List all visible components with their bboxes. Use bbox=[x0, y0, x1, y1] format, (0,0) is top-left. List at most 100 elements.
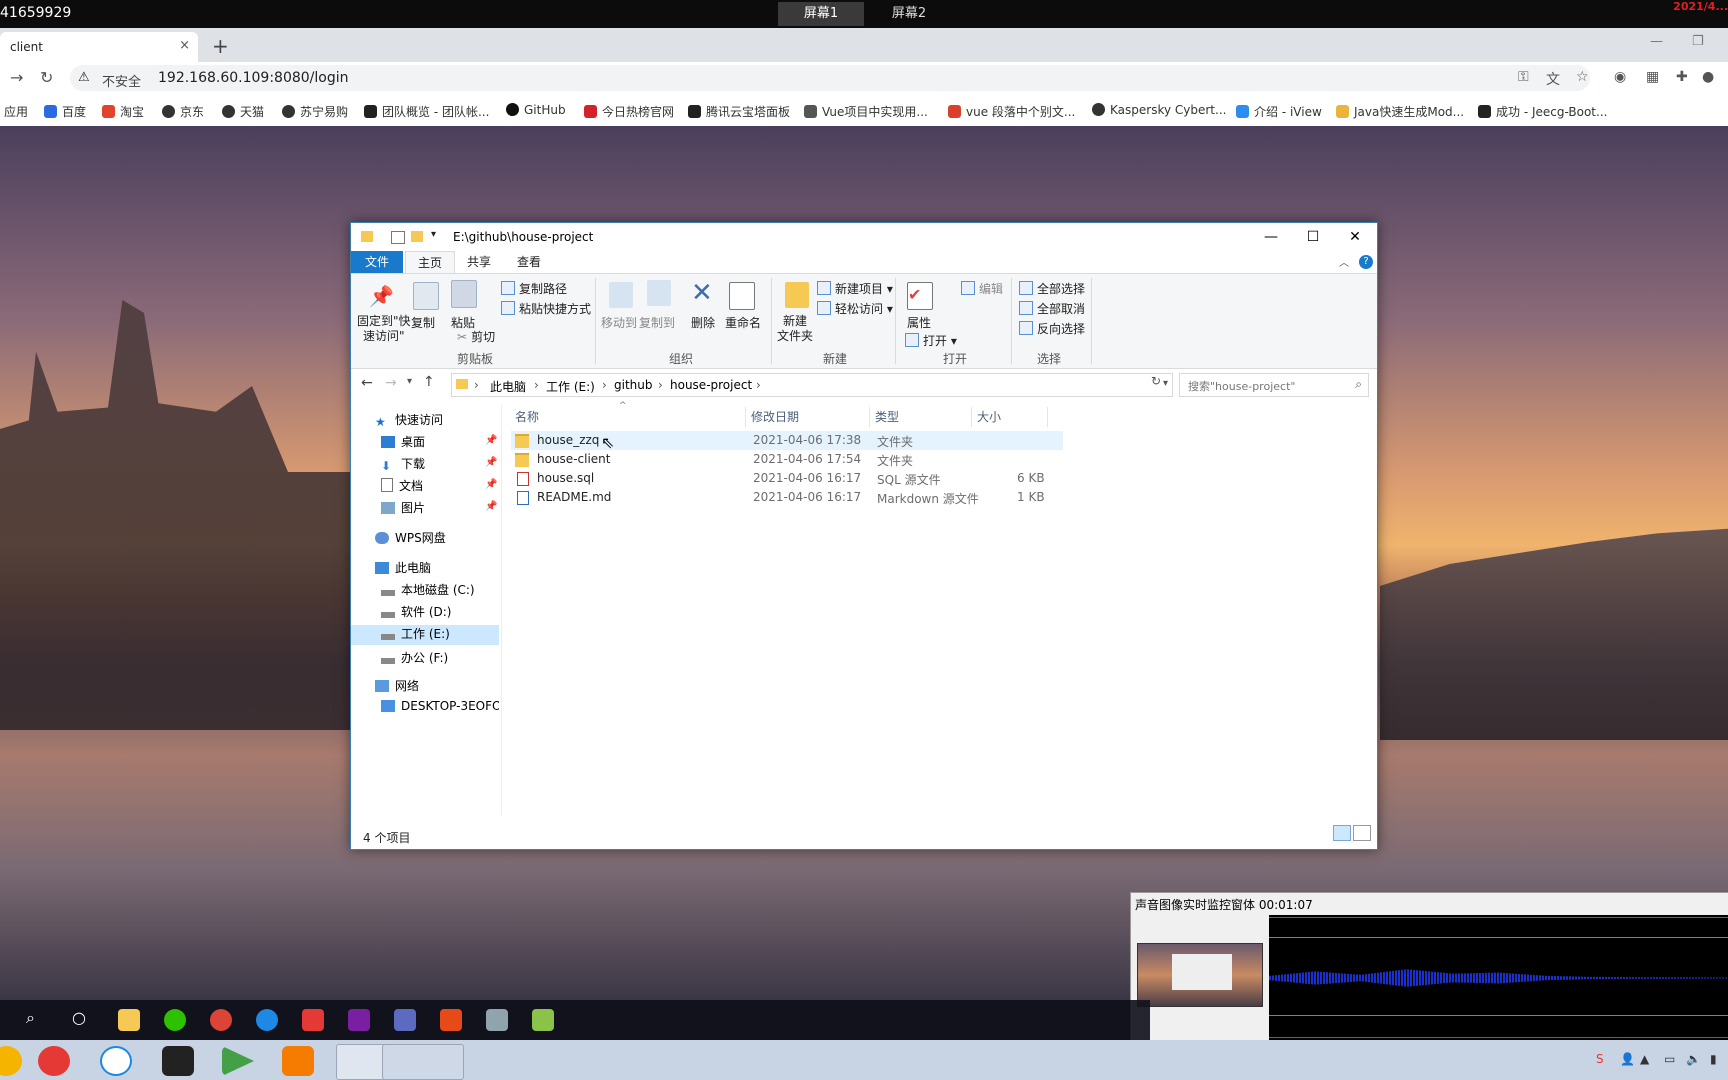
properties-button[interactable]: 属性 bbox=[907, 314, 931, 331]
breadcrumb-this-pc[interactable]: 此电脑 bbox=[490, 378, 526, 395]
bookmark-item[interactable]: 今日热榜官网 bbox=[584, 103, 674, 120]
new-folder-quick-icon[interactable] bbox=[411, 231, 423, 242]
profile-icon[interactable]: ● bbox=[1702, 69, 1714, 85]
breadcrumb-github[interactable]: github bbox=[614, 378, 652, 392]
sublime-icon[interactable] bbox=[440, 1009, 462, 1031]
star-icon[interactable]: ☆ bbox=[1576, 69, 1589, 85]
nav-pictures[interactable]: 图片 bbox=[381, 499, 425, 516]
close-icon[interactable]: ✕ bbox=[1335, 225, 1375, 249]
select-all-button[interactable]: 全部选择 bbox=[1019, 280, 1085, 297]
bookmark-item[interactable]: 淘宝 bbox=[102, 103, 144, 120]
invert-selection-button[interactable]: 反向选择 bbox=[1019, 320, 1085, 337]
wechat-icon[interactable] bbox=[164, 1009, 186, 1031]
puzzle-icon[interactable]: ✚ bbox=[1676, 69, 1688, 85]
bookmark-item[interactable]: vue 段落中个别文... bbox=[948, 103, 1075, 120]
bookmark-item[interactable]: Vue项目中实现用... bbox=[804, 103, 928, 120]
close-icon[interactable]: × bbox=[179, 38, 190, 53]
bookmark-apps[interactable]: 应用 bbox=[4, 103, 28, 120]
media-player-icon[interactable] bbox=[222, 1046, 254, 1076]
recent-locations-icon[interactable]: ▾ bbox=[407, 376, 412, 387]
customize-quick-access-icon[interactable]: ▾ bbox=[431, 229, 436, 240]
new-folder-button[interactable]: 新建 文件夹 bbox=[777, 314, 813, 344]
nav-quick-access[interactable]: ★ 快速访问 bbox=[375, 411, 443, 429]
file-row[interactable]: house_zzq 2021-04-06 17:38 文件夹 bbox=[511, 431, 1063, 450]
nav-desktop[interactable]: 桌面 bbox=[381, 433, 425, 450]
user-icon[interactable]: 👤 bbox=[1620, 1052, 1635, 1066]
column-size[interactable]: 大小 bbox=[977, 407, 1048, 427]
column-type[interactable]: 类型 bbox=[875, 407, 972, 427]
nav-drive-e[interactable]: 工作 (E:) bbox=[351, 625, 499, 645]
app-icon[interactable] bbox=[100, 1046, 132, 1076]
netease-music-icon[interactable] bbox=[38, 1046, 70, 1076]
bookmark-item[interactable]: 腾讯云宝塔面板 bbox=[688, 103, 790, 120]
browser-tab[interactable]: client × bbox=[0, 32, 198, 62]
chevron-up-icon[interactable]: ▲ bbox=[1640, 1052, 1649, 1066]
bookmark-item[interactable]: 成功 - Jeecg-Boot... bbox=[1478, 103, 1607, 120]
app-icon[interactable] bbox=[394, 1009, 416, 1031]
app-icon[interactable] bbox=[256, 1009, 278, 1031]
key-icon[interactable]: ⚿ bbox=[1518, 69, 1529, 85]
copy-button[interactable]: 复制 bbox=[411, 314, 435, 331]
easy-access-button[interactable]: 轻松访问 ▾ bbox=[817, 300, 893, 317]
extension-icon-2[interactable]: ▦ bbox=[1646, 69, 1659, 85]
app-icon[interactable] bbox=[282, 1046, 314, 1076]
bookmark-github[interactable]: GitHub bbox=[506, 103, 566, 117]
nav-this-pc[interactable]: 此电脑 bbox=[375, 559, 431, 576]
address-dropdown-icon[interactable]: ▾ bbox=[1163, 378, 1168, 389]
taskbar-remote-button[interactable] bbox=[382, 1044, 464, 1080]
minimize-icon[interactable]: — bbox=[1251, 225, 1291, 249]
nav-desktop-pc[interactable]: DESKTOP-3EOFO( bbox=[381, 699, 499, 713]
paste-shortcut-button[interactable]: 粘贴快捷方式 bbox=[501, 300, 591, 317]
tab-home[interactable]: 主页 bbox=[405, 251, 455, 274]
breadcrumb-drive-e[interactable]: 工作 (E:) bbox=[546, 378, 595, 395]
breadcrumb-house-project[interactable]: house-project bbox=[670, 378, 752, 392]
file-row[interactable]: house.sql 2021-04-06 16:17 SQL 源文件 6 KB bbox=[511, 469, 1063, 488]
wps-icon[interactable] bbox=[302, 1009, 324, 1031]
copy-path-button[interactable]: 复制路径 bbox=[501, 280, 567, 297]
details-view-icon[interactable] bbox=[1333, 825, 1351, 841]
bookmark-item[interactable]: Kaspersky Cybert... bbox=[1092, 103, 1226, 117]
app-icon[interactable] bbox=[162, 1046, 194, 1076]
screen-tab-2[interactable]: 屏幕2 bbox=[866, 2, 952, 26]
edit-button[interactable]: 编辑 bbox=[961, 280, 1003, 297]
network-icon[interactable]: ▭ bbox=[1664, 1052, 1675, 1066]
maximize-icon[interactable]: ☐ bbox=[1293, 225, 1333, 249]
large-icons-view-icon[interactable] bbox=[1353, 825, 1371, 841]
back-icon[interactable]: ← bbox=[361, 375, 373, 391]
refresh-icon[interactable]: ↻ bbox=[1151, 374, 1161, 388]
extension-icon[interactable]: ◉ bbox=[1614, 69, 1626, 85]
forward-icon[interactable]: → bbox=[385, 375, 397, 391]
tab-share[interactable]: 共享 bbox=[455, 251, 503, 273]
bookmark-item[interactable]: 百度 bbox=[44, 103, 86, 120]
nav-drive-d[interactable]: 软件 (D:) bbox=[381, 603, 451, 620]
translate-icon[interactable]: 文 bbox=[1546, 69, 1560, 89]
ime-icon[interactable]: S bbox=[1596, 1052, 1604, 1066]
address-field[interactable]: › 此电脑 › 工作 (E:) › github › house-project… bbox=[451, 373, 1173, 397]
nav-network[interactable]: 网络 bbox=[375, 677, 419, 694]
column-name[interactable]: 名称 bbox=[515, 407, 746, 427]
bookmark-item[interactable]: 天猫 bbox=[222, 103, 264, 120]
address-bar[interactable]: ⚠ 不安全 192.168.60.109:8080/login bbox=[70, 65, 1590, 91]
file-explorer-taskbar-icon[interactable] bbox=[118, 1009, 140, 1031]
search-icon[interactable]: ⌕ bbox=[26, 1008, 35, 1028]
minimize-icon[interactable]: — bbox=[1650, 34, 1663, 49]
copy-to-button[interactable]: 复制到 bbox=[639, 314, 675, 331]
select-none-button[interactable]: 全部取消 bbox=[1019, 300, 1085, 317]
nav-drive-f[interactable]: 办公 (F:) bbox=[381, 649, 448, 666]
delete-button[interactable]: 删除 bbox=[691, 314, 715, 331]
intellij-icon[interactable] bbox=[348, 1009, 370, 1031]
search-icon[interactable]: ⌕ bbox=[1355, 377, 1362, 392]
column-modified[interactable]: 修改日期 bbox=[751, 407, 870, 427]
screen-tab-1[interactable]: 屏幕1 bbox=[778, 2, 864, 26]
bookmark-item[interactable]: 京东 bbox=[162, 103, 204, 120]
rename-button[interactable]: 重命名 bbox=[725, 314, 761, 331]
nav-drive-c[interactable]: 本地磁盘 (C:) bbox=[381, 581, 475, 598]
new-item-button[interactable]: 新建项目 ▾ bbox=[817, 280, 893, 297]
restore-icon[interactable]: ❐ bbox=[1692, 34, 1704, 49]
bookmark-item[interactable]: 苏宁易购 bbox=[282, 103, 348, 120]
file-row[interactable]: house-client 2021-04-06 17:54 文件夹 bbox=[511, 450, 1063, 469]
cortana-icon[interactable]: ○ bbox=[72, 1008, 86, 1027]
chrome-icon[interactable] bbox=[210, 1009, 232, 1031]
ribbon-collapse-icon[interactable]: ︿ bbox=[1339, 254, 1349, 269]
tab-file[interactable]: 文件 bbox=[351, 251, 403, 273]
